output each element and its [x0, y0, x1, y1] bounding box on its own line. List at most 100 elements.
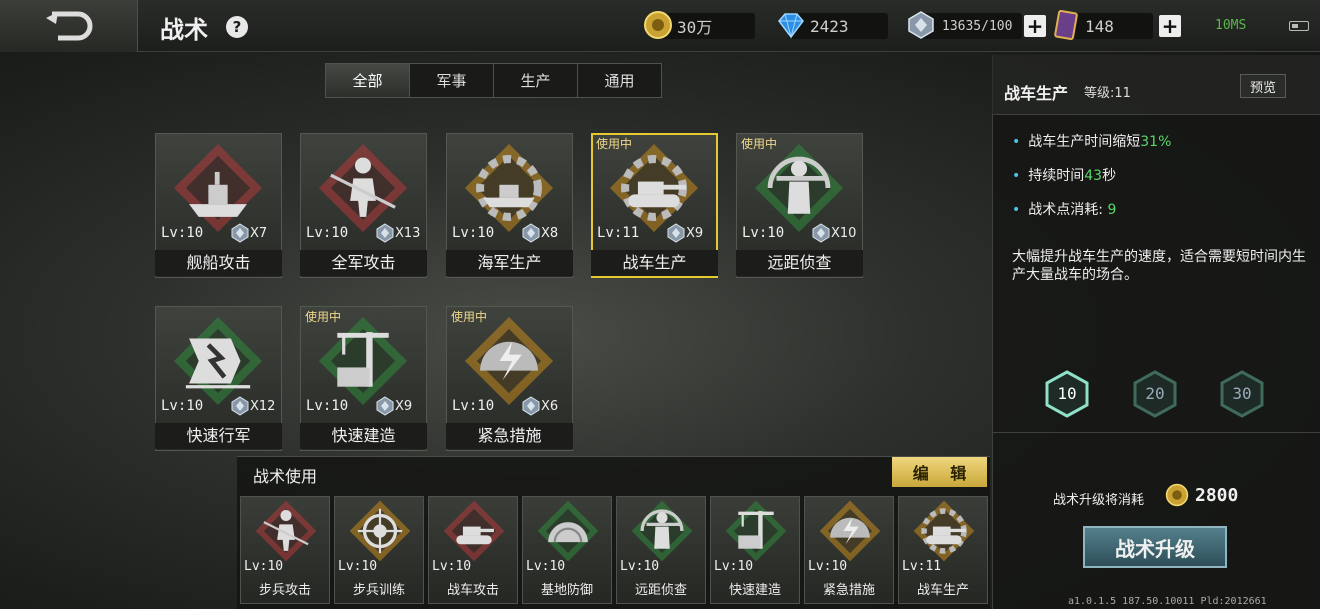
effect-bullet-time: • 战车生产时间缩短31% — [1012, 134, 1172, 150]
tactic-card[interactable]: 使用中 Lv:10 X6 紧急措施 — [446, 306, 573, 451]
filter-tabs: 全部 军事 生产 通用 — [325, 63, 662, 98]
card-name: 舰船攻击 — [155, 250, 282, 276]
usage-slot[interactable]: Lv:10 步兵训练 — [334, 496, 424, 604]
network-latency: 10MS — [1215, 18, 1247, 33]
card-level: Lv:10 — [306, 398, 349, 414]
card-name: 海军生产 — [446, 250, 573, 276]
crystal-gem-icon — [667, 223, 685, 243]
card-level: Lv:10 — [742, 225, 785, 241]
tactic-card[interactable]: 使用中 Lv:10 X10 远距侦查 — [736, 133, 863, 278]
tab-military[interactable]: 军事 — [409, 63, 494, 98]
usage-slot[interactable]: Lv:10 基地防御 — [522, 496, 612, 604]
usage-slot[interactable]: Lv:10 步兵攻击 — [240, 496, 330, 604]
card-level: Lv:10 — [161, 225, 204, 241]
shield-bolt-icon — [819, 500, 881, 562]
tactic-card[interactable]: 使用中 Lv:10 X9 快速建造 — [300, 306, 427, 451]
usage-slot[interactable]: Lv:10 紧急措施 — [804, 496, 894, 604]
bullet-dot-icon: • — [1012, 134, 1021, 150]
card-level: Lv:11 — [597, 225, 640, 241]
soldier-icon — [318, 143, 408, 233]
tank-icon — [443, 500, 505, 562]
card-name: 远距侦查 — [736, 250, 863, 276]
crystal-gem-icon — [376, 396, 394, 416]
detail-description: 大幅提升战车生产的速度，适合需要短时间内生产大量战车的场合。 — [1012, 249, 1306, 283]
tactic-card[interactable]: 使用中 Lv:11 X9 战车生产 — [591, 133, 718, 278]
tactic-card[interactable]: Lv:10 X13 全军攻击 — [300, 133, 427, 278]
help-icon[interactable]: ? — [226, 16, 248, 38]
bullet-dot-icon: • — [1012, 202, 1021, 218]
usage-slot[interactable]: Lv:10 快速建造 — [710, 496, 800, 604]
in-use-label: 使用中 — [305, 310, 342, 324]
bullet-dot-icon: • — [1012, 168, 1021, 184]
slot-name: 步兵攻击 — [258, 583, 311, 598]
sniper-icon — [754, 143, 844, 233]
tab-general[interactable]: 通用 — [577, 63, 662, 98]
edit-button[interactable]: 编 辑 — [892, 457, 987, 487]
upgrade-button[interactable]: 战术升级 — [1083, 526, 1227, 568]
slot-level: Lv:10 — [808, 559, 848, 574]
slot-level: Lv:10 — [714, 559, 754, 574]
battery-icon — [1289, 21, 1309, 31]
usage-slot[interactable]: Lv:10 战车攻击 — [428, 496, 518, 604]
add-crystal-button[interactable]: + — [1024, 15, 1046, 37]
detail-divider — [992, 432, 1320, 433]
card-level: Lv:10 — [452, 225, 495, 241]
usage-slot[interactable]: Lv:11 战车生产 — [898, 496, 988, 604]
slot-name: 步兵训练 — [352, 583, 405, 598]
crystal-gem-icon — [231, 223, 249, 243]
level-20-button[interactable]: 20 — [1131, 370, 1179, 418]
usage-slot[interactable]: Lv:10 远距侦查 — [616, 496, 706, 604]
tab-production[interactable]: 生产 — [493, 63, 578, 98]
version-text: a1.0.1.5 187.50.10011 Pld:2012661 — [1068, 596, 1267, 607]
card-name: 快速行军 — [155, 423, 282, 449]
card-count: X9 — [395, 399, 413, 414]
slot-name: 战车生产 — [916, 583, 969, 598]
slot-name: 远距侦查 — [634, 583, 687, 598]
add-card-button[interactable]: + — [1159, 15, 1181, 37]
tactic-card[interactable]: Lv:10 X12 快速行军 — [155, 306, 282, 451]
back-button[interactable] — [0, 0, 138, 52]
card-name: 全军攻击 — [300, 250, 427, 276]
card-icon — [1054, 10, 1078, 40]
in-use-label: 使用中 — [596, 137, 633, 151]
crystal-gem-icon — [376, 223, 394, 243]
crystal-gem-icon — [231, 396, 249, 416]
preview-button[interactable]: 预览 — [1240, 74, 1286, 98]
card-name: 快速建造 — [300, 423, 427, 449]
slot-name: 快速建造 — [728, 583, 781, 598]
effect-bullet-cost: • 战术点消耗: 9 — [1012, 202, 1117, 218]
slot-name: 紧急措施 — [822, 583, 875, 598]
tactic-card[interactable]: Lv:10 X8 海军生产 — [446, 133, 573, 278]
gold-coin-icon — [644, 11, 672, 39]
crystal-resource: 13635/100 + — [908, 11, 1046, 40]
crystal-gem-icon — [522, 223, 540, 243]
tank-gear-icon — [913, 500, 975, 562]
card-level: Lv:10 — [306, 225, 349, 241]
level-30-button[interactable]: 30 — [1218, 370, 1266, 418]
in-use-label: 使用中 — [451, 310, 488, 324]
diamond-resource: 2423 — [778, 12, 888, 40]
card-count: X13 — [395, 226, 421, 241]
level-10-button[interactable]: 10 — [1043, 370, 1091, 418]
level-button-label: 20 — [1145, 384, 1165, 403]
card-name: 紧急措施 — [446, 423, 573, 449]
crystal-gem-icon — [522, 396, 540, 416]
tab-all[interactable]: 全部 — [325, 63, 410, 98]
crane-icon — [725, 500, 787, 562]
tactic-card[interactable]: Lv:10 X7 舰船攻击 — [155, 133, 282, 278]
slot-level: Lv:10 — [620, 559, 660, 574]
slot-name: 基地防御 — [540, 583, 593, 598]
flag-arrow-icon — [173, 316, 263, 406]
detail-level: 等级:11 — [1084, 86, 1131, 101]
sniper-icon — [631, 500, 693, 562]
in-use-label: 使用中 — [741, 137, 778, 151]
target-icon — [349, 500, 411, 562]
usage-title: 战术使用 — [253, 467, 318, 486]
slot-level: Lv:11 — [902, 559, 942, 574]
shield-bolt-icon — [464, 316, 554, 406]
upgrade-cost-label: 战术升级将消耗 — [1053, 493, 1145, 508]
level-button-label: 30 — [1232, 384, 1252, 403]
card-count: X12 — [250, 399, 276, 414]
slot-level: Lv:10 — [244, 559, 284, 574]
crystal-gem-icon — [908, 11, 934, 39]
